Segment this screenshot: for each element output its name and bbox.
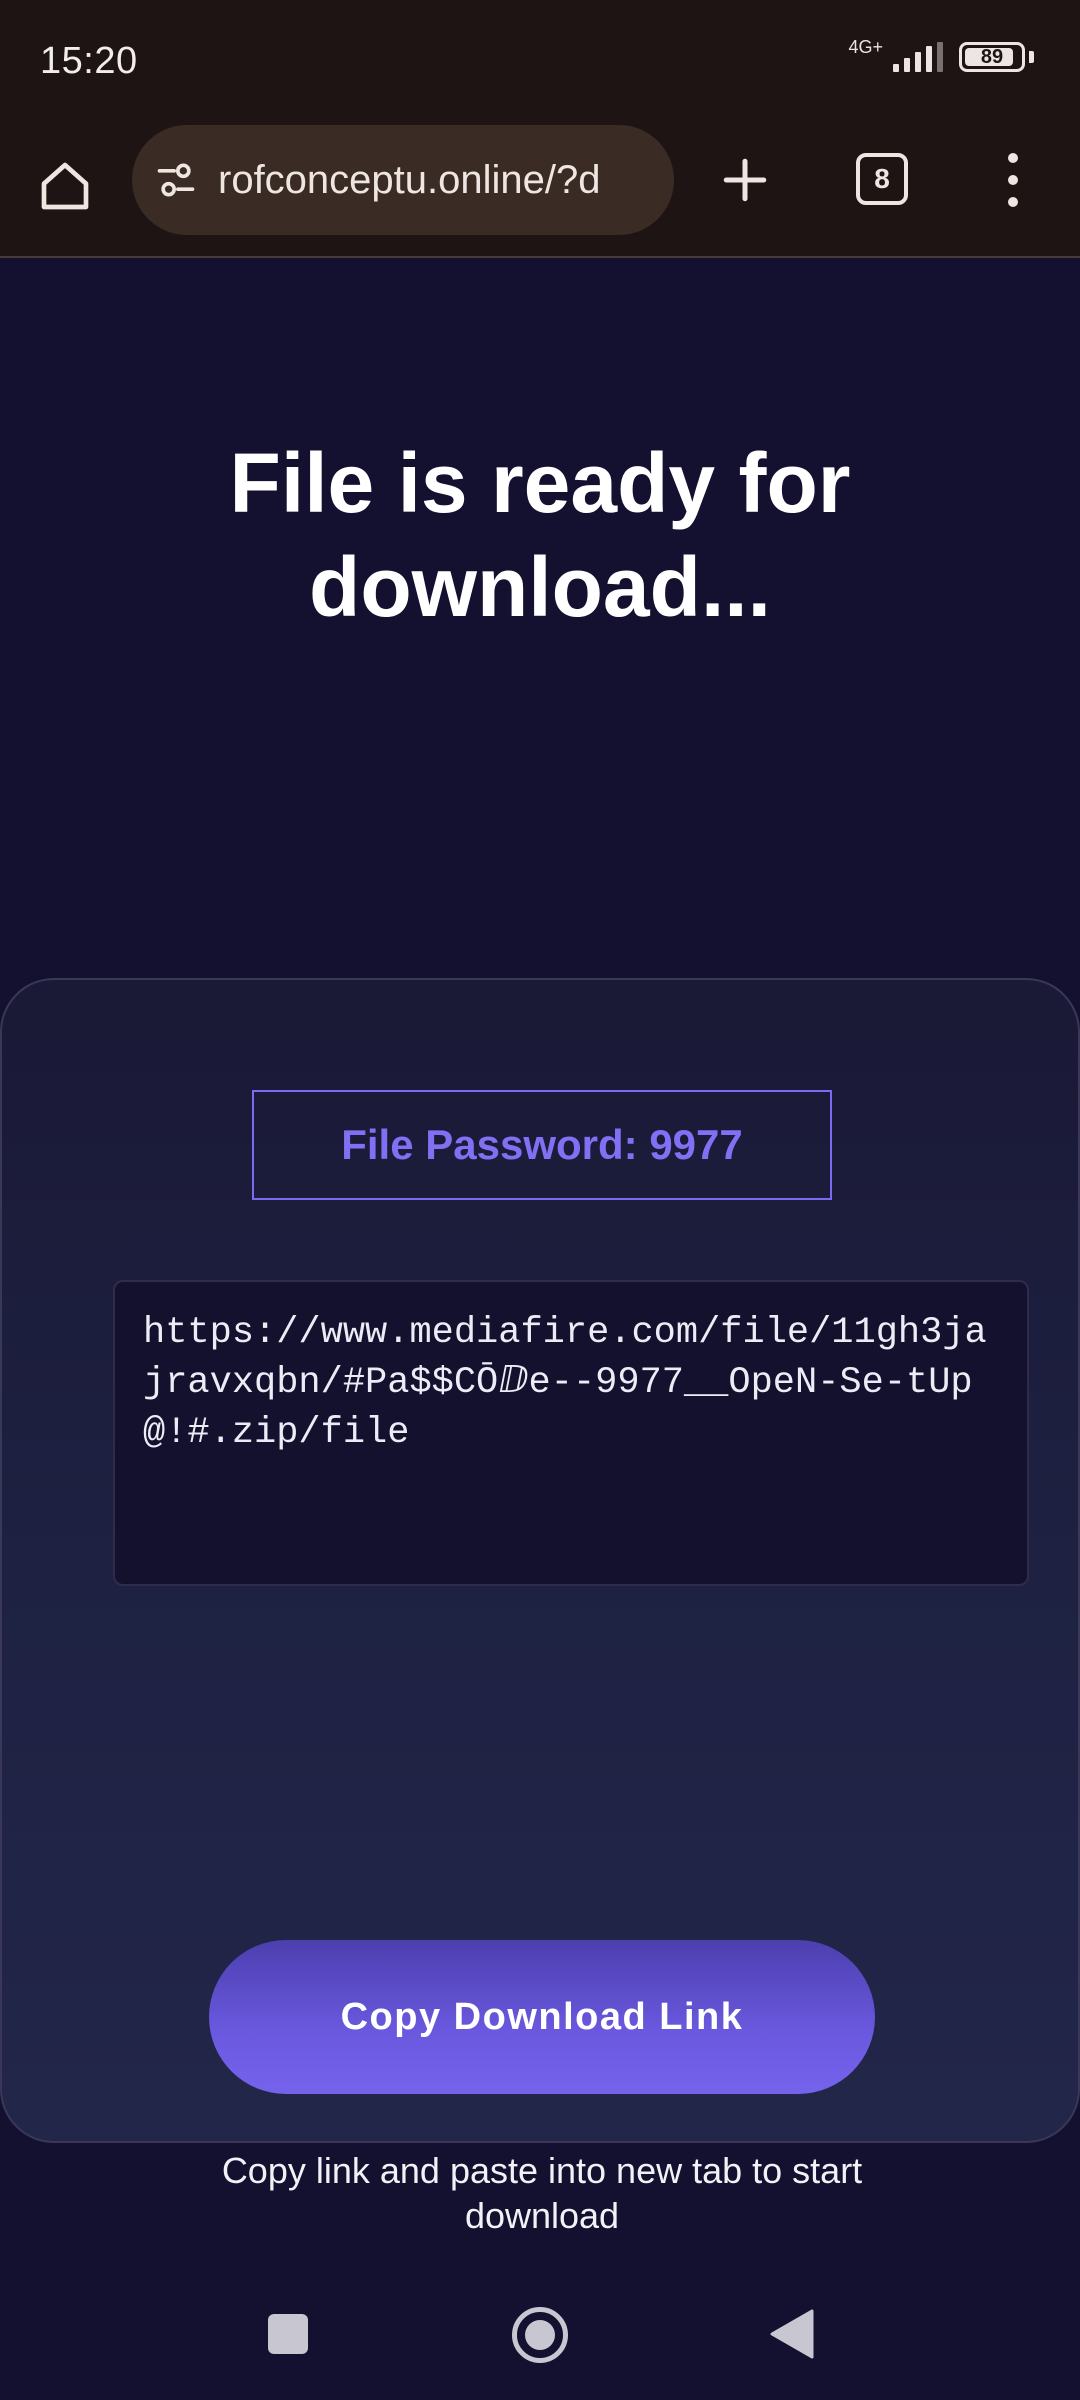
- file-password-box: File Password: 9977: [252, 1090, 832, 1200]
- recents-icon[interactable]: [268, 2314, 308, 2354]
- tab-switcher-button[interactable]: 8: [856, 153, 908, 205]
- download-link-textarea[interactable]: https://www.mediafire.com/file/11gh3jajr…: [113, 1280, 1029, 1586]
- status-icons: 4G+ 89: [848, 37, 1034, 72]
- back-icon[interactable]: [770, 2309, 814, 2359]
- status-time: 15:20: [40, 40, 138, 82]
- tune-icon[interactable]: [154, 158, 198, 202]
- status-bar: 15:20 4G+ 89: [0, 0, 1080, 125]
- page-title: File is ready for download...: [229, 436, 851, 634]
- browser-home-button[interactable]: [30, 151, 100, 221]
- battery-level: 89: [980, 45, 1004, 68]
- battery-tip: [1029, 51, 1034, 63]
- network-type-label: 4G+: [848, 36, 883, 57]
- file-password-label: File Password: 9977: [341, 1121, 743, 1168]
- plus-icon: [723, 158, 767, 202]
- nav-home-icon[interactable]: [512, 2307, 568, 2363]
- battery-icon: 89: [959, 42, 1025, 72]
- system-nav-bar: [0, 2259, 1080, 2400]
- browser-toolbar: rofconceptu.online/?d 8: [0, 125, 1080, 258]
- copy-download-link-button[interactable]: Copy Download Link: [209, 1940, 875, 2094]
- tab-count: 8: [874, 163, 890, 194]
- download-card: File Password: 9977 https://www.mediafir…: [0, 978, 1080, 2236]
- more-vert-icon[interactable]: [990, 145, 1036, 215]
- new-tab-button[interactable]: [712, 147, 778, 213]
- address-bar[interactable]: rofconceptu.online/?d: [132, 125, 674, 235]
- instruction-text: Copy link and paste into new tab to star…: [221, 2150, 863, 2236]
- web-page: File is ready for download... File Passw…: [0, 259, 1080, 2259]
- home-icon: [41, 162, 89, 210]
- url-text[interactable]: rofconceptu.online/?d: [218, 158, 658, 203]
- signal-icon: [893, 42, 943, 72]
